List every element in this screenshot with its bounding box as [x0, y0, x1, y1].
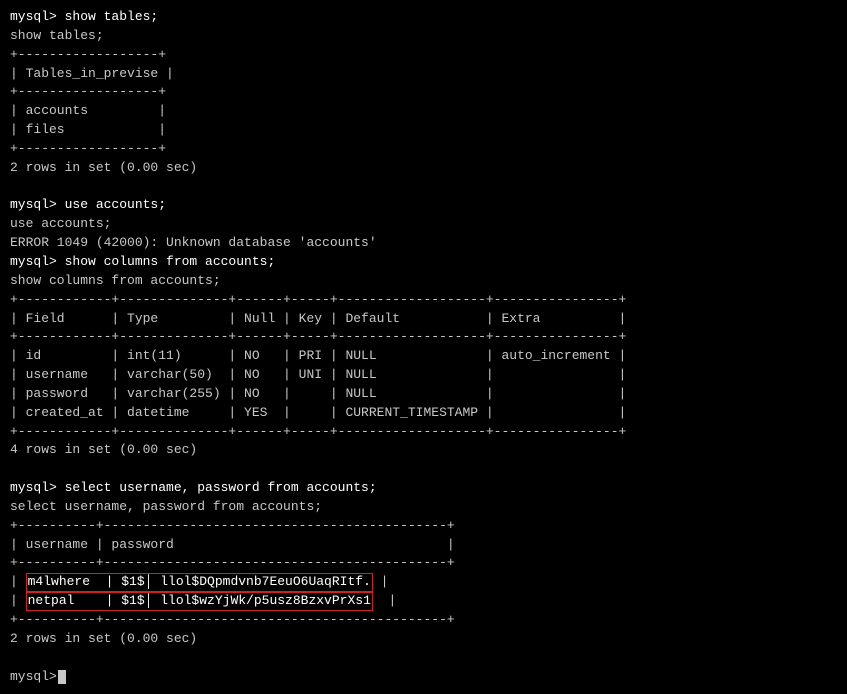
line-19a: | id | int(11) | NO | PRI | NULL | auto_… — [10, 347, 837, 366]
line-3: +------------------+ — [10, 46, 837, 65]
line-26: | username | password | — [10, 536, 837, 555]
line-16: +------------+--------------+------+----… — [10, 291, 837, 310]
cursor — [58, 670, 66, 684]
highlighted-row-2: | netpal | $1$│ llol$wzYjWk/p5usz8BzxvPr… — [10, 592, 837, 611]
line-6: | accounts | — [10, 102, 837, 121]
row1-pre: | — [10, 573, 26, 592]
row1-post: | — [373, 573, 389, 592]
line-23: mysql> select username, password from ac… — [10, 479, 837, 498]
row2-pre: | — [10, 592, 26, 611]
line-14: mysql> show columns from accounts; — [10, 253, 837, 272]
line-25: +----------+----------------------------… — [10, 517, 837, 536]
line-20: +------------+--------------+------+----… — [10, 423, 837, 442]
line-19c: | password | varchar(255) | NO | | NULL … — [10, 385, 837, 404]
line-21: 4 rows in set (0.00 sec) — [10, 441, 837, 460]
row2-post: | — [373, 592, 396, 611]
line-19d: | created_at | datetime | YES | | CURREN… — [10, 404, 837, 423]
terminal: mysql> show tables; show tables; +------… — [10, 8, 837, 686]
highlighted-row-1: | m4lwhere | $1$│ llol$DQpmdvnb7EeuO6Uaq… — [10, 573, 837, 592]
line-5: +------------------+ — [10, 83, 837, 102]
line-8: +------------------+ — [10, 140, 837, 159]
line-10 — [10, 178, 837, 197]
after-highlighted-3 — [10, 649, 837, 668]
line-18: +------------+--------------+------+----… — [10, 328, 837, 347]
line-7: | files | — [10, 121, 837, 140]
after-highlighted-1: +----------+----------------------------… — [10, 611, 837, 630]
line-1: mysql> show tables; — [10, 8, 837, 27]
prompt-line: mysql> — [10, 668, 837, 687]
line-12: use accounts; — [10, 215, 837, 234]
line-9: 2 rows in set (0.00 sec) — [10, 159, 837, 178]
after-highlighted-2: 2 rows in set (0.00 sec) — [10, 630, 837, 649]
line-13: ERROR 1049 (42000): Unknown database 'ac… — [10, 234, 837, 253]
line-2: show tables; — [10, 27, 837, 46]
prompt-text: mysql> — [10, 668, 57, 687]
line-19b: | username | varchar(50) | NO | UNI | NU… — [10, 366, 837, 385]
line-22 — [10, 460, 837, 479]
line-17: | Field | Type | Null | Key | Default | … — [10, 310, 837, 329]
line-24: select username, password from accounts; — [10, 498, 837, 517]
line-27: +----------+----------------------------… — [10, 554, 837, 573]
line-4: | Tables_in_previse | — [10, 65, 837, 84]
line-15: show columns from accounts; — [10, 272, 837, 291]
line-11: mysql> use accounts; — [10, 196, 837, 215]
row2-content: netpal | $1$│ llol$wzYjWk/p5usz8BzxvPrXs… — [26, 592, 373, 611]
row1-content: m4lwhere | $1$│ llol$DQpmdvnb7EeuO6UaqRI… — [26, 573, 373, 592]
